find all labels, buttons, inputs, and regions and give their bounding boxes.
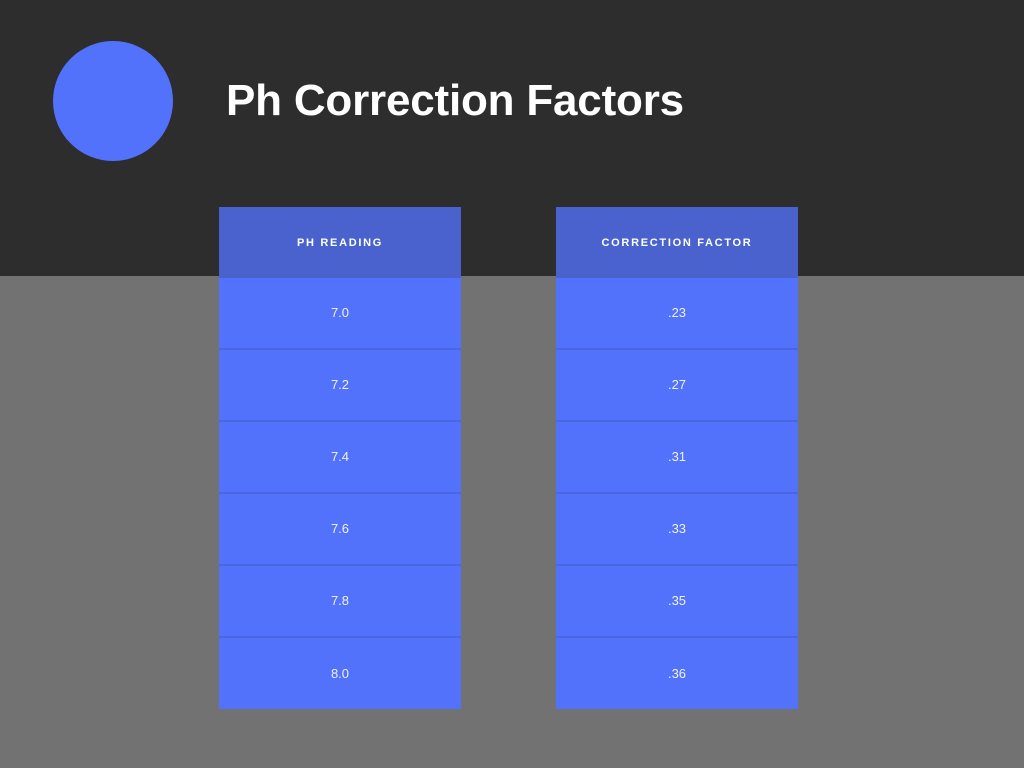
table-row: .35 [556, 566, 798, 638]
column-ph-reading: PH READING 7.0 7.2 7.4 7.6 7.8 8.0 [219, 207, 461, 709]
table-row: 7.8 [219, 566, 461, 638]
column-correction-factor: CORRECTION FACTOR .23 .27 .31 .33 .35 .3… [556, 207, 798, 709]
table-row: .27 [556, 350, 798, 422]
column-header-label: CORRECTION FACTOR [601, 236, 753, 249]
table-row: 7.2 [219, 350, 461, 422]
cell-ph-reading: 7.8 [330, 593, 350, 608]
column-header-correction-factor: CORRECTION FACTOR [556, 207, 798, 278]
cell-ph-reading: 7.2 [330, 377, 350, 392]
cell-correction-factor: .31 [667, 449, 687, 464]
cell-correction-factor: .33 [667, 521, 687, 536]
column-header-label: PH READING [296, 236, 384, 249]
table-row: .36 [556, 638, 798, 709]
cell-correction-factor: .23 [667, 305, 687, 320]
table-row: 7.0 [219, 278, 461, 350]
cell-ph-reading: 8.0 [330, 665, 350, 681]
cell-ph-reading: 7.4 [330, 449, 350, 464]
table-row: .31 [556, 422, 798, 494]
cell-ph-reading: 7.0 [330, 305, 350, 320]
cell-correction-factor: .27 [667, 377, 687, 392]
column-body-correction-factor: .23 .27 .31 .33 .35 .36 [556, 278, 798, 709]
table-row: .33 [556, 494, 798, 566]
cell-correction-factor: .36 [667, 665, 687, 681]
cell-correction-factor: .35 [667, 593, 687, 608]
table-row: .23 [556, 278, 798, 350]
table-row: 7.4 [219, 422, 461, 494]
table-row: 7.6 [219, 494, 461, 566]
data-table: PH READING 7.0 7.2 7.4 7.6 7.8 8.0 CORRE… [0, 0, 1024, 768]
column-body-ph-reading: 7.0 7.2 7.4 7.6 7.8 8.0 [219, 278, 461, 709]
table-row: 8.0 [219, 638, 461, 709]
slide-canvas: Ph Correction Factors PH READING 7.0 7.2… [0, 0, 1024, 768]
cell-ph-reading: 7.6 [330, 521, 350, 536]
column-header-ph-reading: PH READING [219, 207, 461, 278]
